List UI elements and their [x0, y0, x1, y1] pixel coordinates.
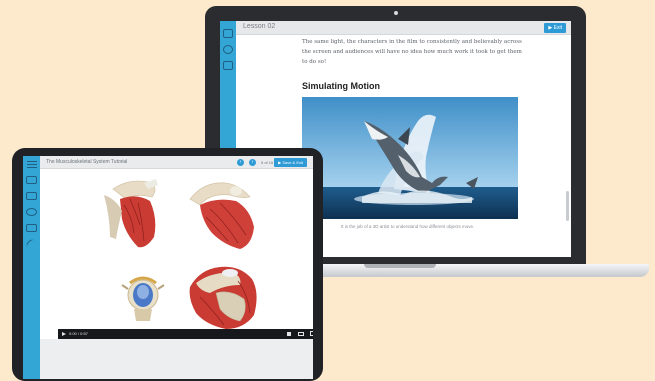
page-indicator: 5 of 16	[261, 160, 274, 165]
exit-label: Exit	[553, 25, 562, 31]
laptop-notch	[364, 264, 436, 268]
laptop-top-bar: Lesson 02 ▶ Exit	[236, 21, 571, 35]
link-icon[interactable]	[24, 237, 40, 253]
audio-icon[interactable]	[26, 208, 37, 216]
video-controls[interactable]: 0:00 / 0:57	[58, 329, 313, 339]
shark-photo	[302, 97, 518, 219]
media-icon[interactable]	[26, 224, 37, 232]
folder-icon[interactable]	[26, 176, 37, 184]
paragraph-line: the screen and audiences will have no id…	[302, 49, 522, 55]
audio-icon[interactable]	[223, 45, 233, 54]
notes-icon[interactable]	[26, 192, 37, 200]
play-icon[interactable]	[62, 332, 66, 336]
save-exit-label: Save & Exit	[282, 160, 303, 165]
laptop-camera	[394, 11, 398, 15]
paragraph-line: to do so!	[302, 59, 327, 65]
next-button[interactable]: ›	[249, 159, 256, 166]
tutorial-title: The Musculoskeletal System Tutorial	[46, 159, 128, 165]
scrollbar[interactable]	[566, 191, 569, 221]
volume-icon[interactable]	[287, 332, 291, 336]
paragraph-line: The same light, the characters in the fi…	[302, 39, 522, 45]
exit-button[interactable]: ▶ Exit	[544, 23, 566, 33]
shoulder-anatomy-illustration	[104, 179, 257, 329]
tablet-screen: The Musculoskeletal System Tutorial ‹ › …	[23, 156, 313, 379]
lesson-body: The same light, the characters in the fi…	[302, 37, 524, 91]
shoulder-muscle-illustration	[189, 266, 257, 329]
shoulder-front-illustration	[104, 179, 158, 248]
lesson-paragraph: The same light, the characters in the fi…	[302, 37, 524, 67]
tablet-footer	[40, 339, 313, 379]
menu-icon[interactable]	[27, 161, 37, 168]
tablet-sidebar	[23, 156, 40, 379]
image-caption: It is the job of a 3D artist to understa…	[341, 224, 475, 229]
section-heading: Simulating Motion	[302, 81, 380, 91]
tablet-device: The Musculoskeletal System Tutorial ‹ › …	[12, 148, 323, 381]
notes-icon[interactable]	[223, 29, 233, 38]
shoulder-joint-illustration	[121, 276, 165, 321]
fullscreen-icon[interactable]	[310, 331, 313, 336]
tablet-top-bar: The Musculoskeletal System Tutorial ‹ › …	[40, 156, 313, 169]
video-time: 0:00 / 0:57	[69, 331, 88, 336]
folder-icon[interactable]	[223, 61, 233, 70]
previous-button[interactable]: ‹	[237, 159, 244, 166]
shoulder-back-illustration	[189, 182, 254, 249]
save-exit-button[interactable]: ▶ Save & Exit	[274, 158, 307, 167]
lesson-title: Lesson 02	[243, 23, 276, 30]
captions-icon[interactable]	[298, 332, 304, 336]
